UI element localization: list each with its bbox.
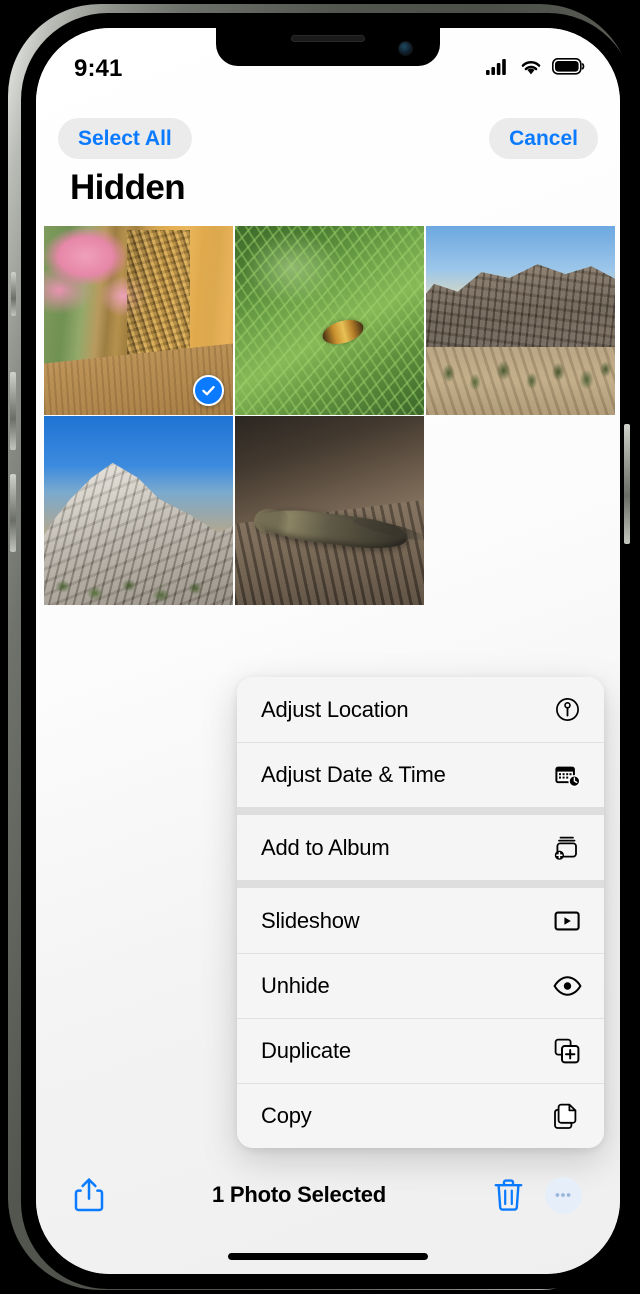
trash-icon [494,1179,523,1211]
home-indicator[interactable] [228,1253,428,1260]
more-options-button[interactable] [544,1176,582,1214]
menu-item-adjust-date-time[interactable]: Adjust Date & Time [237,742,604,807]
status-bar-icons [486,58,586,81]
duplicate-plus-icon [552,1038,582,1064]
earpiece-speaker-icon [291,35,365,42]
wifi-icon [519,58,543,81]
front-camera-icon [399,42,412,55]
menu-item-label: Add to Album [261,834,390,860]
lizard-head-detail [252,506,290,535]
context-menu: Adjust Location Adjust Date & Time Add t… [237,677,604,1148]
menu-item-unhide[interactable]: Unhide [237,953,604,1018]
copy-pages-icon [552,1103,582,1130]
navigation-bar: Select All Cancel [36,113,620,163]
menu-item-label: Adjust Date & Time [261,762,446,787]
photo-thumbnail[interactable] [235,416,424,605]
cancel-button[interactable]: Cancel [489,117,598,159]
status-bar-time: 9:41 [74,55,123,82]
photo-artwork-granite [44,416,233,605]
menu-item-label: Adjust Location [261,696,409,722]
menu-item-duplicate[interactable]: Duplicate [237,1018,604,1083]
share-icon [74,1178,104,1212]
album-add-icon [552,835,582,861]
desert-scrub-detail [44,555,233,605]
menu-item-label: Copy [261,1103,312,1128]
menu-item-label: Unhide [261,973,330,998]
toolbar-right-group [494,1176,582,1214]
menu-item-adjust-location[interactable]: Adjust Location [237,677,604,742]
rock-texture-detail [426,264,615,351]
bee-cluster-detail [127,229,190,404]
photo-thumbnail[interactable] [235,226,424,415]
eye-icon [552,976,582,996]
display-notch [216,28,440,66]
selection-checkmark-badge[interactable] [193,375,224,406]
iphone-device-frame: 9:41 Select All Cancel Hidden Adjust Loc… [8,4,635,1290]
battery-icon [552,58,586,80]
context-menu-group-actions: Slideshow Unhide Duplicate Copy [237,888,604,1148]
bottom-toolbar: 1 Photo Selected [36,1162,620,1228]
power-button[interactable] [624,424,630,544]
location-pin-circle-icon [552,697,582,722]
photo-grid [44,226,615,605]
calendar-clock-icon [552,763,582,788]
context-menu-group-adjust: Adjust Location Adjust Date & Time [237,677,604,807]
check-icon [202,385,215,396]
phone-screen: 9:41 Select All Cancel Hidden Adjust Loc… [36,28,620,1274]
volume-up-button[interactable] [10,372,16,450]
delete-button[interactable] [494,1178,523,1212]
photo-thumbnail[interactable] [44,226,233,415]
menu-group-divider [237,807,604,815]
menu-group-divider [237,880,604,888]
page-title: Hidden [70,168,186,207]
volume-down-button[interactable] [10,474,16,552]
menu-item-slideshow[interactable]: Slideshow [237,888,604,953]
photo-thumbnail[interactable] [426,226,615,415]
photo-artwork-lizard [235,416,424,605]
joshua-trees-detail [426,345,615,410]
share-button[interactable] [74,1177,104,1213]
context-menu-group-album: Add to Album [237,815,604,880]
menu-item-label: Slideshow [261,907,360,933]
menu-item-copy[interactable]: Copy [237,1083,604,1148]
silent-switch-button[interactable] [11,272,16,316]
select-all-button[interactable]: Select All [58,117,192,159]
menu-item-add-to-album[interactable]: Add to Album [237,815,604,880]
photo-artwork-fern [235,226,424,415]
photo-thumbnail[interactable] [44,416,233,605]
play-rectangle-icon [552,910,582,932]
selection-status-text: 1 Photo Selected [211,1182,387,1207]
more-ellipsis-icon [555,1193,571,1197]
menu-item-label: Duplicate [261,1038,351,1063]
photo-artwork-rocks [426,226,615,415]
cellular-signal-icon [486,58,510,80]
